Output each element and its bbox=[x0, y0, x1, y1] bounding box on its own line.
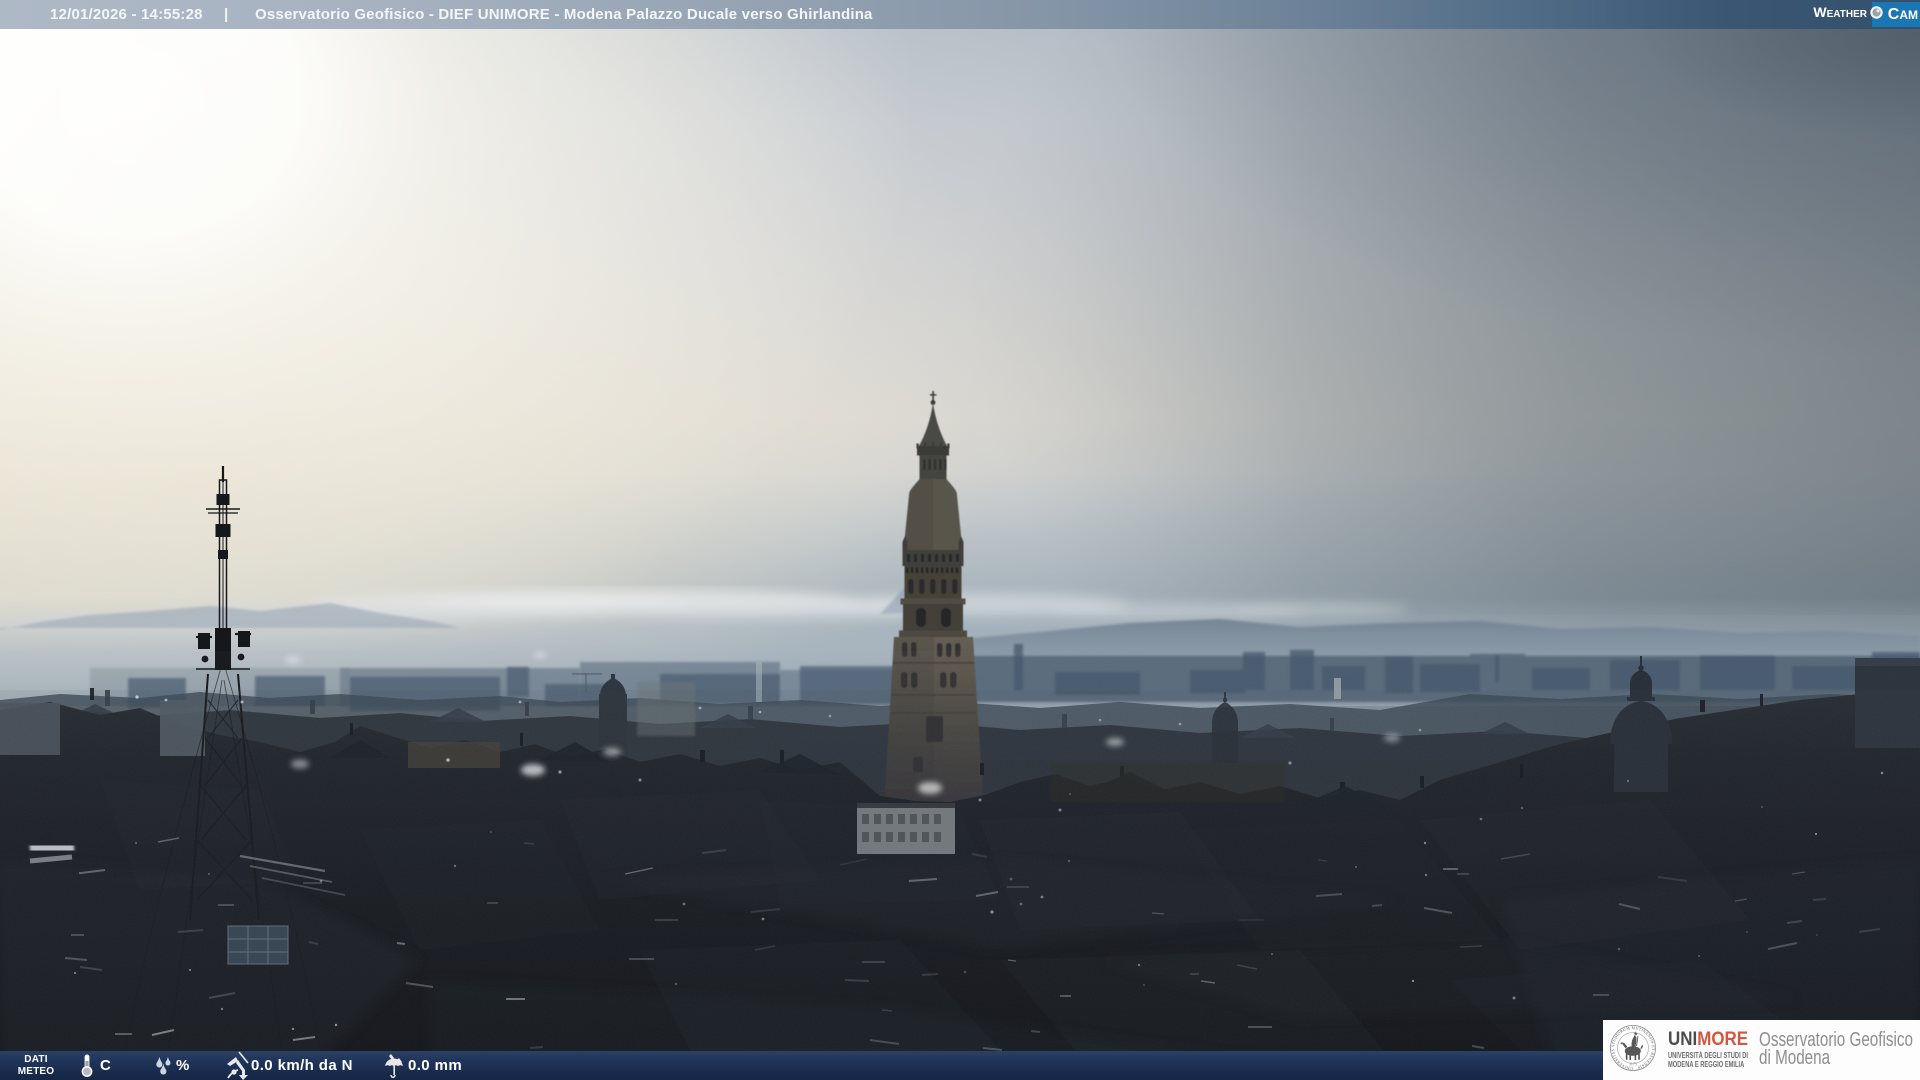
svg-text:1175: 1175 bbox=[1629, 1062, 1637, 1067]
